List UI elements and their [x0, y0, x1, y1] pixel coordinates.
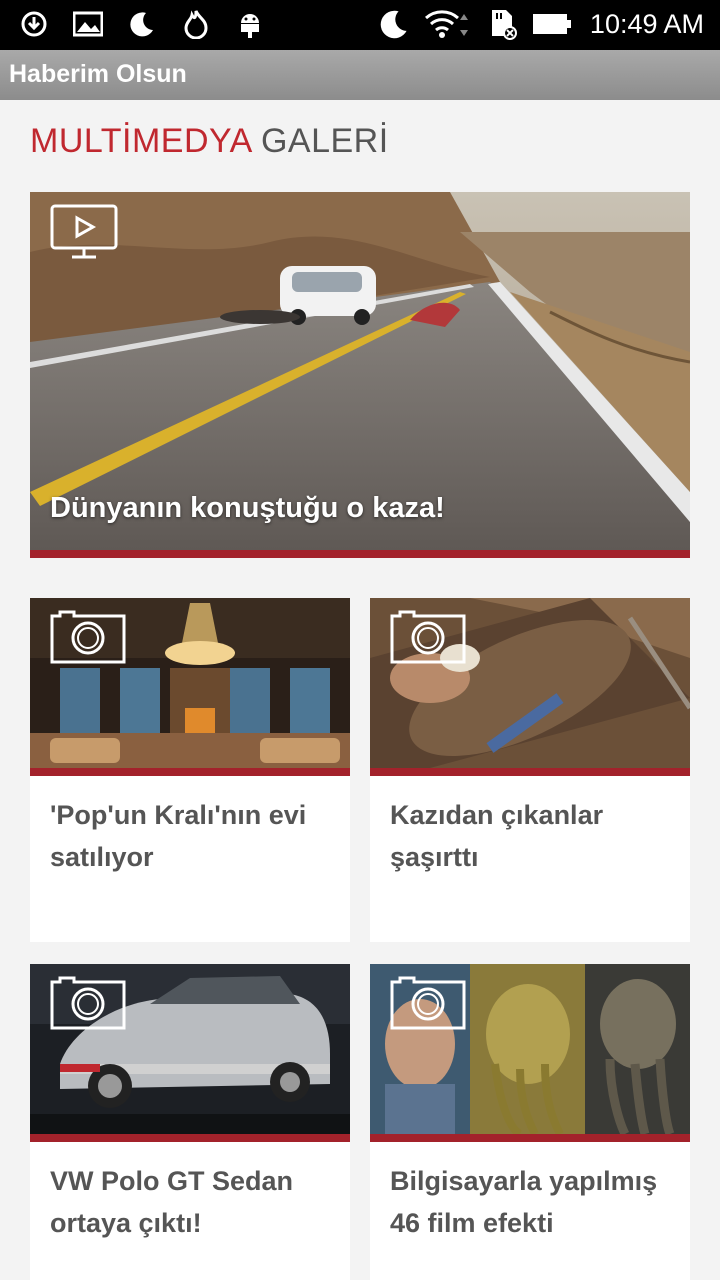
- gallery-card[interactable]: VW Polo GT Sedan ortaya çıktı!: [30, 964, 350, 1280]
- gallery-card-title: Kazıdan çıkanlar şaşırttı: [390, 800, 604, 872]
- battery-icon: [532, 8, 572, 40]
- image-icon: [72, 8, 104, 40]
- gallery-card[interactable]: 'Pop'un Kralı'nın evi satılıyor: [30, 598, 350, 942]
- gallery-card[interactable]: Kazıdan çıkanlar şaşırttı: [370, 598, 690, 942]
- app-bar: Haberim Olsun: [0, 50, 720, 100]
- section-title-primary: MULTİMEDYA: [30, 122, 251, 160]
- notification-icons: [18, 8, 266, 40]
- accent-bar: [370, 1134, 690, 1142]
- moon-icon: [126, 8, 158, 40]
- status-bar: 10:49 AM: [0, 0, 720, 50]
- accent-bar: [30, 550, 690, 558]
- gallery-card-title: 'Pop'un Kralı'nın evi satılıyor: [50, 800, 307, 872]
- accent-bar: [370, 768, 690, 776]
- gallery-card-title: VW Polo GT Sedan ortaya çıktı!: [50, 1166, 294, 1238]
- moon-icon: [378, 8, 410, 40]
- accent-bar: [30, 1134, 350, 1142]
- video-icon: [50, 204, 118, 267]
- accent-bar: [30, 768, 350, 776]
- android-icon: [234, 8, 266, 40]
- camera-icon: [50, 608, 126, 669]
- section-title-secondary: GALERİ: [260, 122, 389, 160]
- flame-icon: [180, 8, 212, 40]
- featured-video-card[interactable]: Dünyanın konuştuğu o kaza!: [30, 192, 690, 558]
- system-icons: 10:49 AM: [378, 8, 704, 40]
- camera-icon: [50, 974, 126, 1035]
- gallery-card[interactable]: Bilgisayarla yapılmış 46 film efekti: [370, 964, 690, 1280]
- clock: 10:49 AM: [589, 8, 704, 39]
- camera-icon: [390, 974, 466, 1035]
- wifi-icon: [424, 8, 472, 40]
- camera-icon: [390, 608, 466, 669]
- section-title: MULTİMEDYA GALERİ: [30, 122, 389, 161]
- sd-card-icon: [486, 8, 518, 40]
- gallery-card-title: Bilgisayarla yapılmış 46 film efekti: [390, 1166, 658, 1238]
- app-title: Haberim Olsun: [9, 60, 187, 88]
- featured-video-caption: Dünyanın konuştuğu o kaza!: [50, 492, 445, 524]
- sync-icon: [18, 8, 50, 40]
